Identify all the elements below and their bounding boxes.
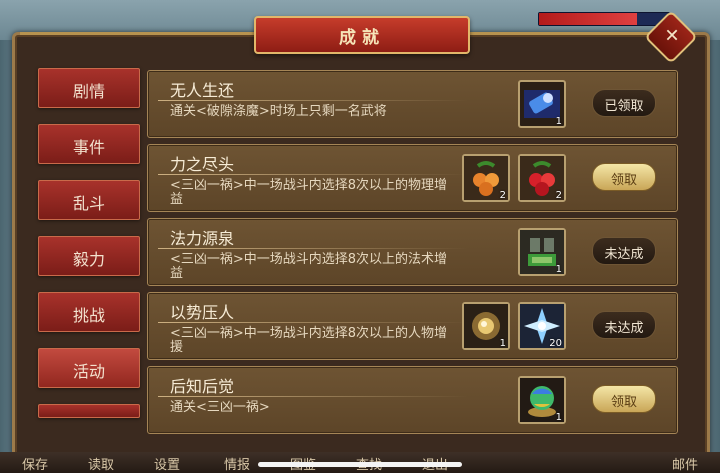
title-divider-right [466, 32, 652, 35]
tab-events[interactable]: 事件 [38, 124, 140, 164]
reward-item[interactable]: 2 [518, 154, 566, 202]
title-underline [158, 174, 468, 175]
reward-quantity: 2 [499, 190, 506, 201]
tab-label: 剧情 [72, 82, 105, 101]
unreached-status-button: 未达成 [592, 237, 656, 265]
reward-quantity: 1 [499, 338, 506, 349]
status-label: 未达成 [604, 247, 644, 262]
tab-label: 挑战 [72, 306, 105, 325]
reward-item[interactable]: 1 [518, 80, 566, 128]
claimed-status-button: 已领取 [592, 89, 656, 117]
reward-item[interactable]: 2 [462, 154, 510, 202]
title-underline [158, 322, 468, 323]
status-label: 领取 [610, 173, 637, 188]
save-button[interactable]: 保存 [22, 454, 48, 473]
status-label: 未达成 [604, 321, 644, 336]
achievement-description: <三凶一祸>中一场战斗内选择8次以上的物理增益 [170, 178, 448, 207]
claim-button[interactable]: 领取 [592, 385, 656, 413]
panel-title: 成就 [339, 28, 385, 48]
reward-quantity: 1 [555, 412, 562, 423]
unreached-status-button: 未达成 [592, 311, 656, 339]
achievement-description: 通关<三凶一祸> [170, 400, 270, 415]
reward-quantity: 20 [549, 338, 562, 349]
reward-item[interactable]: 20 [518, 302, 566, 350]
tab-brawl[interactable]: 乱斗 [38, 180, 140, 220]
reward-quantity: 1 [555, 264, 562, 275]
status-label: 领取 [610, 395, 637, 410]
close-icon: ✕ [664, 25, 680, 47]
tab-label: 事件 [72, 138, 105, 157]
achievement-row: 力之尽头 <三凶一祸>中一场战斗内选择8次以上的物理增益 2 2 领取 [147, 144, 678, 212]
achievement-description: 通关<破隙涤魔>时场上只剩一名武将 [170, 104, 387, 119]
achievement-row: 无人生还 通关<破隙涤魔>时场上只剩一名武将 1 已领取 [147, 70, 678, 138]
achievement-description: <三凶一祸>中一场战斗内选择8次以上的人物增援 [170, 326, 448, 355]
title-underline [158, 100, 468, 101]
reward-item[interactable]: 1 [518, 376, 566, 424]
title-divider-left [20, 32, 254, 35]
achievement-title: 无人生还 [170, 81, 235, 100]
claim-button[interactable]: 领取 [592, 163, 656, 191]
achievement-title: 后知后觉 [170, 377, 235, 396]
reward-item[interactable]: 1 [518, 228, 566, 276]
title-underline [158, 396, 468, 397]
achievement-description: <三凶一祸>中一场战斗内选择8次以上的法术增益 [170, 252, 448, 281]
panel-title-banner: 成就 [254, 16, 470, 54]
achievement-row: 法力源泉 <三凶一祸>中一场战斗内选择8次以上的法术增益 1 未达成 [147, 218, 678, 286]
load-button[interactable]: 读取 [88, 454, 114, 473]
achievement-row: 以势压人 <三凶一祸>中一场战斗内选择8次以上的人物增援 1 20 未达成 [147, 292, 678, 360]
tab-activity[interactable]: 活动 [38, 348, 140, 388]
health-bar [538, 12, 670, 26]
reward-quantity: 1 [555, 116, 562, 127]
reward-quantity: 2 [555, 190, 562, 201]
achievement-title: 以势压人 [170, 303, 235, 322]
status-label: 已领取 [604, 99, 644, 114]
achievement-title: 法力源泉 [170, 229, 235, 248]
tab-label: 活动 [72, 362, 105, 381]
tab-story[interactable]: 剧情 [38, 68, 140, 108]
home-indicator[interactable] [258, 462, 462, 467]
tab-perseverance[interactable]: 毅力 [38, 236, 140, 276]
mail-button[interactable]: 邮件 [672, 454, 698, 473]
tab-challenge[interactable]: 挑战 [38, 292, 140, 332]
tab-partial[interactable] [38, 404, 140, 418]
title-underline [158, 248, 468, 249]
tab-label: 乱斗 [72, 194, 105, 213]
tab-label: 毅力 [72, 250, 105, 269]
achievement-row: 后知后觉 通关<三凶一祸> 1 领取 [147, 366, 678, 434]
settings-button[interactable]: 设置 [154, 454, 180, 473]
reward-item[interactable]: 1 [462, 302, 510, 350]
intel-button[interactable]: 情报 [224, 454, 250, 473]
achievement-title: 力之尽头 [170, 155, 235, 174]
